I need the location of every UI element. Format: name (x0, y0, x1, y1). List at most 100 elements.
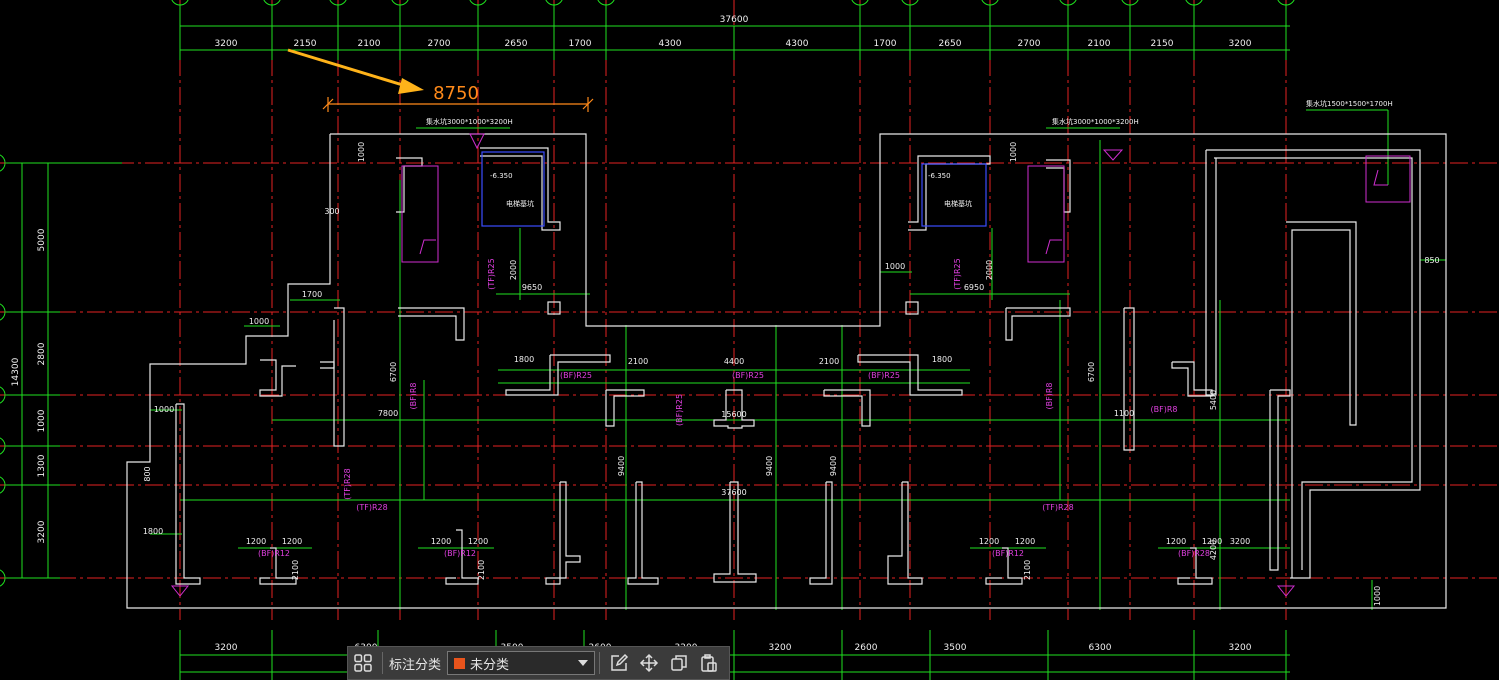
svg-text:3200: 3200 (769, 643, 792, 653)
svg-text:3200: 3200 (1230, 537, 1250, 546)
svg-text:电梯基坑: 电梯基坑 (506, 199, 534, 208)
svg-text:2100: 2100 (358, 39, 381, 49)
svg-text:1300: 1300 (37, 454, 47, 477)
svg-text:1200: 1200 (979, 537, 999, 546)
svg-text:3200: 3200 (1229, 39, 1252, 49)
svg-text:2800: 2800 (37, 342, 47, 365)
svg-text:5400: 5400 (1209, 390, 1218, 410)
svg-text:(TF)R25: (TF)R25 (953, 258, 962, 289)
svg-text:(BF)R12: (BF)R12 (992, 549, 1024, 558)
svg-text:(BF)R12: (BF)R12 (444, 549, 476, 558)
svg-text:2150: 2150 (1151, 39, 1174, 49)
highlight-dimension-label: 8750 (433, 83, 479, 104)
axis-lines (0, 0, 1499, 620)
svg-text:(BF)R8: (BF)R8 (1151, 405, 1178, 414)
annotation-category-select[interactable]: 未分类 (447, 651, 596, 675)
overall-dimension: 37600 (720, 15, 749, 25)
svg-text:集水坑3000*1000*3200H: 集水坑3000*1000*3200H (426, 117, 513, 126)
svg-text:2000: 2000 (509, 260, 518, 280)
svg-text:2650: 2650 (505, 39, 528, 49)
svg-text:集水坑3000*1000*3200H: 集水坑3000*1000*3200H (1052, 117, 1139, 126)
svg-text:1000: 1000 (1373, 586, 1382, 606)
svg-text:9400: 9400 (829, 456, 838, 476)
top-dimension-text: 37600 3200 2150 2100 2700 2650 1700 4300… (215, 15, 1252, 49)
svg-text:6700: 6700 (389, 362, 398, 382)
cad-drawing-canvas[interactable]: 37600 3200 2150 2100 2700 2650 1700 4300… (0, 0, 1499, 680)
svg-text:1700: 1700 (874, 39, 897, 49)
annotation-toolbar: 标注分类 未分类 (347, 646, 730, 680)
svg-text:(TF)R25: (TF)R25 (487, 258, 496, 289)
svg-text:1200: 1200 (282, 537, 302, 546)
svg-text:3200: 3200 (37, 520, 47, 543)
svg-text:(BF)R25: (BF)R25 (868, 371, 900, 380)
svg-text:6700: 6700 (1087, 362, 1096, 382)
svg-text:1800: 1800 (143, 527, 163, 536)
svg-text:4400: 4400 (724, 357, 744, 366)
svg-text:集水坑1500*1500*1700H: 集水坑1500*1500*1700H (1306, 99, 1393, 108)
svg-text:(BF)R28: (BF)R28 (1178, 549, 1210, 558)
svg-text:850: 850 (1424, 256, 1439, 265)
svg-text:3200: 3200 (1229, 643, 1252, 653)
svg-text:-6.350: -6.350 (490, 172, 513, 180)
svg-text:(BF)R25: (BF)R25 (675, 394, 684, 426)
svg-text:2100: 2100 (1088, 39, 1111, 49)
svg-text:300: 300 (324, 207, 339, 216)
svg-text:(TF)R28: (TF)R28 (1042, 503, 1073, 512)
svg-text:6300: 6300 (1089, 643, 1112, 653)
svg-text:4200: 4200 (1209, 540, 1218, 560)
svg-text:3200: 3200 (215, 39, 238, 49)
copy-icon[interactable] (664, 648, 694, 678)
svg-text:2100: 2100 (1023, 560, 1032, 580)
svg-text:1000: 1000 (357, 142, 366, 162)
svg-text:37600: 37600 (721, 488, 746, 497)
svg-text:1200: 1200 (431, 537, 451, 546)
svg-text:3500: 3500 (944, 643, 967, 653)
svg-text:3200: 3200 (215, 643, 238, 653)
move-icon[interactable] (634, 648, 664, 678)
svg-text:2650: 2650 (939, 39, 962, 49)
svg-text:(BF)R25: (BF)R25 (732, 371, 764, 380)
annotation-text: 集水坑3000*1000*3200H 集水坑3000*1000*3200H 集水… (426, 99, 1393, 208)
svg-text:电梯基坑: 电梯基坑 (944, 199, 972, 208)
svg-text:2700: 2700 (428, 39, 451, 49)
svg-text:9650: 9650 (522, 283, 542, 292)
svg-text:9400: 9400 (765, 456, 774, 476)
svg-text:1000: 1000 (885, 262, 905, 271)
svg-text:1800: 1800 (514, 355, 534, 364)
svg-text:9400: 9400 (617, 456, 626, 476)
svg-text:1200: 1200 (1166, 537, 1186, 546)
svg-text:4300: 4300 (659, 39, 682, 49)
edit-icon[interactable] (604, 648, 634, 678)
white-dim-values: 1000 300 1700 1000 1000 800 1800 2000 20… (143, 142, 1440, 606)
category-color-swatch (454, 657, 466, 669)
svg-text:1700: 1700 (569, 39, 592, 49)
chevron-down-icon (578, 660, 589, 666)
pointer-arrow (287, 48, 424, 94)
left-dimension-text: 5000 2800 1000 1300 3200 14300 (11, 228, 47, 543)
svg-text:1200: 1200 (468, 537, 488, 546)
svg-text:1000: 1000 (249, 317, 269, 326)
svg-text:2150: 2150 (294, 39, 317, 49)
paste-icon[interactable] (694, 648, 724, 678)
svg-text:4300: 4300 (786, 39, 809, 49)
svg-text:1700: 1700 (302, 290, 322, 299)
svg-text:1000: 1000 (37, 409, 47, 432)
svg-text:(BF)R8: (BF)R8 (409, 383, 418, 410)
svg-text:2100: 2100 (291, 560, 300, 580)
svg-text:2100: 2100 (477, 560, 486, 580)
sump-pits (401, 155, 1411, 263)
svg-text:(BF)R25: (BF)R25 (560, 371, 592, 380)
svg-text:2600: 2600 (855, 643, 878, 653)
grid-icon[interactable] (348, 648, 378, 678)
annotation-category-label: 标注分类 (389, 657, 442, 673)
svg-text:(BF)R12: (BF)R12 (258, 549, 290, 558)
svg-text:2000: 2000 (985, 260, 994, 280)
svg-text:(BF)R8: (BF)R8 (1045, 383, 1054, 410)
svg-text:2100: 2100 (819, 357, 839, 366)
toolbar-divider (599, 652, 601, 674)
svg-text:2700: 2700 (1018, 39, 1041, 49)
svg-text:15600: 15600 (721, 410, 746, 419)
svg-text:5000: 5000 (37, 228, 47, 251)
svg-text:-6.350: -6.350 (928, 172, 951, 180)
svg-text:(TF)R28: (TF)R28 (356, 503, 387, 512)
